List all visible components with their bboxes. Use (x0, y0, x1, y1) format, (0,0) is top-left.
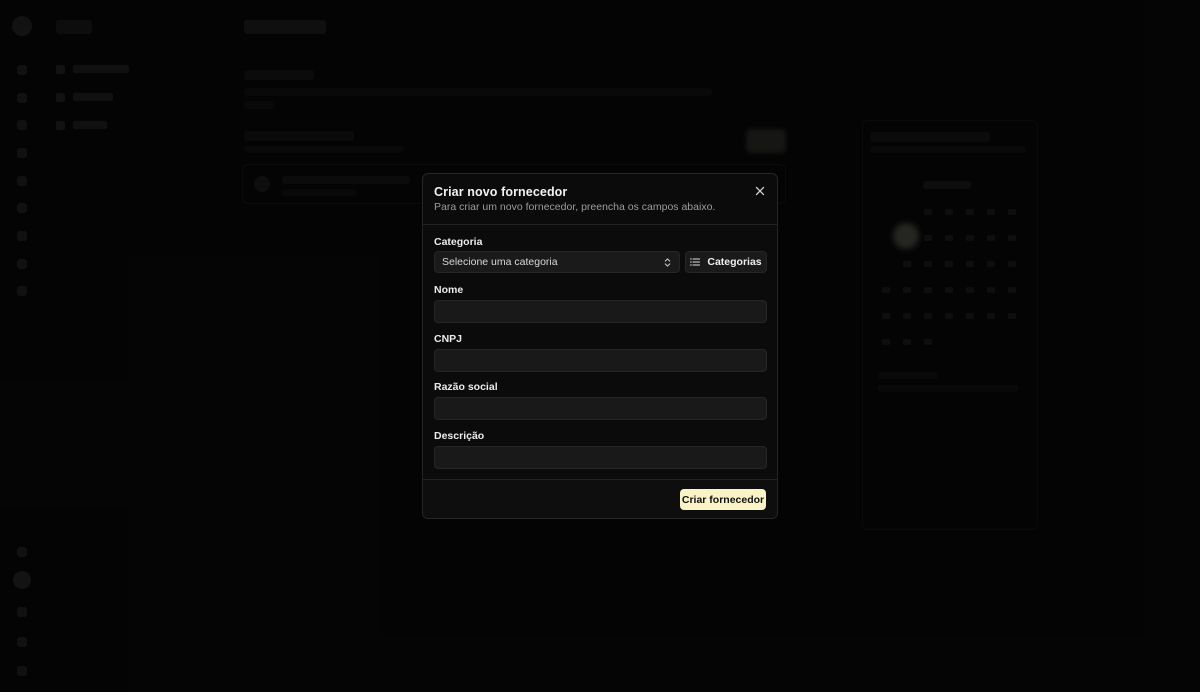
create-supplier-button[interactable]: Criar fornecedor (680, 489, 766, 510)
dialog-footer: Criar fornecedor (423, 479, 777, 518)
close-button[interactable] (753, 184, 767, 198)
dialog-header: Criar novo fornecedor Para criar um novo… (423, 174, 777, 225)
chevrons-up-down-icon (662, 256, 672, 268)
x-icon (755, 186, 765, 196)
categories-button[interactable]: Categorias (685, 251, 767, 273)
categories-button-label: Categorias (707, 256, 762, 268)
company-name-input[interactable] (434, 397, 767, 420)
description-label: Descrição (434, 430, 485, 442)
create-supplier-dialog: Criar novo fornecedor Para criar um novo… (422, 173, 778, 519)
category-label: Categoria (434, 236, 483, 248)
cnpj-label: CNPJ (434, 333, 463, 345)
list-icon (690, 258, 701, 266)
description-input[interactable] (434, 446, 767, 469)
category-select[interactable]: Selecione uma categoria (434, 251, 680, 273)
dialog-description: Para criar um novo fornecedor, preencha … (434, 201, 716, 213)
cnpj-input[interactable] (434, 349, 767, 372)
name-label: Nome (434, 284, 464, 296)
dialog-title: Criar novo fornecedor (434, 185, 568, 199)
company-name-label: Razão social (434, 381, 498, 393)
name-input[interactable] (434, 300, 767, 323)
category-select-value: Selecione uma categoria (442, 256, 558, 268)
app-root: Criar novo fornecedor Para criar um novo… (0, 0, 1200, 692)
